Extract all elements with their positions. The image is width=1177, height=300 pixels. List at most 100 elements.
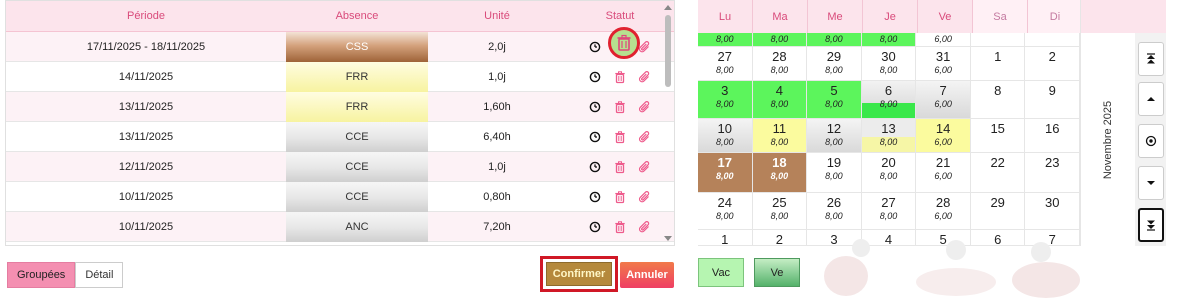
detail-toggle-button[interactable]: Détail [75,262,124,288]
calendar-day[interactable]: 12 8,00 [807,119,862,153]
calendar-day[interactable]: 10 8,00 [698,119,753,153]
cancel-button[interactable]: Annuler [620,262,674,288]
clock-icon[interactable] [587,159,603,175]
paperclip-icon[interactable] [637,99,653,115]
double-chevron-down-button[interactable] [1138,208,1164,242]
day-number: 30 [1045,195,1060,210]
calendar-day[interactable]: 24 8,00 [698,193,753,230]
calendar-day[interactable]: 25 8,00 [752,193,808,230]
calendar-day[interactable]: 23 [1025,153,1081,193]
clock-icon[interactable] [587,219,603,235]
calendar-day[interactable]: 15 [970,119,1026,153]
scroll-thumb[interactable] [665,15,671,87]
calendar-day[interactable]: 6,00 [916,33,971,47]
table-row[interactable]: 14/11/2025 FRR 1,0j [6,61,674,92]
table-row[interactable]: 10/11/2025 CCE 0,80h [6,181,674,212]
calendar-day[interactable]: 21 6,00 [916,153,971,193]
calendar-day[interactable]: 22 [970,153,1026,193]
header-unite[interactable]: Unité [428,1,566,31]
calendar-day[interactable]: 11 8,00 [752,119,808,153]
calendar-day[interactable]: 8,00 [698,33,753,47]
header-periode[interactable]: Période [6,1,286,31]
clock-icon[interactable] [587,69,603,85]
trash-icon[interactable] [612,219,628,235]
absence-type-chip: CCE [286,151,428,182]
day-number: 2 [775,232,783,247]
chevron-down-button[interactable] [1138,166,1164,200]
calendar-day[interactable]: 8 [970,81,1026,119]
calendar-day[interactable]: 7 6,00 [916,81,971,119]
trash-icon[interactable] [612,69,628,85]
calendar-day[interactable]: 6 8,00 [861,81,917,119]
confirm-button[interactable]: Confirmer [546,262,612,286]
calendar-day[interactable]: 14 6,00 [916,119,971,153]
table-scrollbar[interactable] [663,1,673,245]
calendar-day[interactable]: 29 [970,193,1026,230]
paperclip-icon[interactable] [637,69,653,85]
calendar-day[interactable]: 2 [752,230,808,247]
calendar-day[interactable]: 26 8,00 [807,193,862,230]
calendar-day[interactable]: 8,00 [861,33,917,47]
calendar-day[interactable]: 28 8,00 [752,47,808,81]
chevron-up-button[interactable] [1138,82,1164,116]
day-number: 8 [994,83,1002,98]
scroll-down-arrow[interactable] [664,236,672,241]
calendar-day[interactable]: 4 8,00 [752,81,808,119]
trash-icon[interactable] [612,189,628,205]
calendar-day[interactable]: 13 8,00 [861,119,917,153]
calendar-day[interactable] [1025,33,1081,47]
calendar-day[interactable]: 30 [1025,193,1081,230]
calendar-day[interactable]: 1 [698,230,753,247]
cell-absence: CSS [286,31,428,62]
calendar-day[interactable]: 19 8,00 [807,153,862,193]
calendar-day[interactable]: 31 6,00 [916,47,971,81]
day-hours: 8,00 [770,171,789,181]
calendar-day[interactable]: 2 [1025,47,1081,81]
calendar-day[interactable]: 27 8,00 [698,47,753,81]
calendar-day[interactable]: 3 8,00 [698,81,753,119]
paperclip-icon[interactable] [637,129,653,145]
trash-icon[interactable] [612,159,628,175]
table-row[interactable]: 10/11/2025 ANC 7,20h [6,211,674,242]
trash-icon[interactable] [612,99,628,115]
selected-delete-highlight[interactable] [608,27,640,59]
day-number: 18 [772,155,787,170]
double-chevron-up-button[interactable] [1138,42,1164,76]
day-number: 1 [721,232,729,247]
today-target-button[interactable] [1138,124,1164,158]
scroll-up-arrow[interactable] [664,5,672,10]
calendar-day[interactable]: 5 8,00 [807,81,862,119]
table-row[interactable]: 12/11/2025 CCE 1,0j [6,151,674,182]
calendar-day[interactable]: 29 8,00 [807,47,862,81]
grouped-toggle-button[interactable]: Groupées [7,262,76,288]
table-row[interactable]: 13/11/2025 FRR 1,60h [6,91,674,122]
calendar-day[interactable]: 9 [1025,81,1081,119]
clock-icon[interactable] [587,99,603,115]
day-number: 27 [881,195,896,210]
paperclip-icon[interactable] [637,159,653,175]
table-row[interactable]: 13/11/2025 CCE 6,40h [6,121,674,152]
calendar-day[interactable]: 1 [970,47,1026,81]
trash-icon[interactable] [612,129,628,145]
calendar-day[interactable] [970,33,1026,47]
calendar-day[interactable]: 8,00 [752,33,808,47]
calendar-day[interactable]: 17 8,00 [698,153,753,193]
table-header: Période Absence Unité Statut [6,1,674,32]
clock-icon[interactable] [587,129,603,145]
clock-icon[interactable] [587,39,603,55]
clock-icon[interactable] [587,189,603,205]
header-absence[interactable]: Absence [286,1,428,31]
day-number: 17 [717,155,733,170]
paperclip-icon[interactable] [637,219,653,235]
calendar-day[interactable]: 18 8,00 [752,153,808,193]
calendar-day[interactable]: 30 8,00 [861,47,917,81]
paperclip-icon[interactable] [637,189,653,205]
calendar-day[interactable]: 20 8,00 [861,153,917,193]
calendar-day[interactable]: 27 8,00 [861,193,917,230]
cell-periode: 10/11/2025 [118,220,174,233]
calendar-day[interactable]: 28 6,00 [916,193,971,230]
day-number: 23 [1045,155,1060,170]
table-row[interactable]: 17/11/2025 - 18/11/2025 CSS 2,0j [6,31,674,62]
calendar-day[interactable]: 8,00 [807,33,862,47]
calendar-day[interactable]: 16 [1025,119,1081,153]
